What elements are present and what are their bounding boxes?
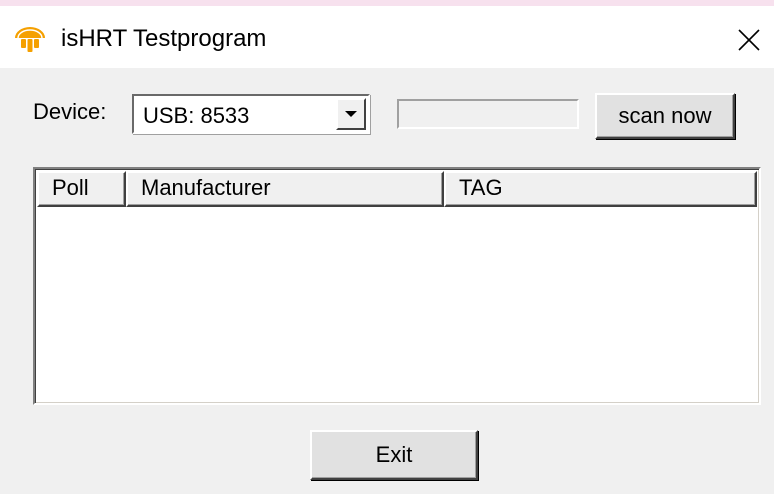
list-header: Poll Manufacturer TAG	[37, 171, 757, 207]
chevron-down-icon	[345, 111, 357, 117]
column-header-poll[interactable]: Poll	[37, 171, 126, 207]
device-select[interactable]: USB: 8533	[132, 94, 370, 134]
ishrt-app-icon	[13, 26, 47, 54]
column-header-manufacturer[interactable]: Manufacturer	[126, 171, 444, 207]
scan-progress-bar	[397, 99, 579, 129]
column-header-tag[interactable]: TAG	[444, 171, 757, 207]
device-dropdown-button[interactable]	[336, 98, 366, 130]
device-label: Device:	[33, 99, 107, 124]
close-icon	[738, 29, 760, 51]
scan-now-button[interactable]: scan now	[595, 93, 735, 139]
window-title: isHRT Testprogram	[61, 25, 267, 52]
exit-button[interactable]: Exit	[310, 430, 478, 480]
close-button[interactable]	[724, 16, 774, 64]
device-list[interactable]: Poll Manufacturer TAG	[33, 167, 761, 405]
device-select-value: USB: 8533	[143, 103, 250, 128]
title-bar[interactable]: isHRT Testprogram	[0, 6, 774, 68]
